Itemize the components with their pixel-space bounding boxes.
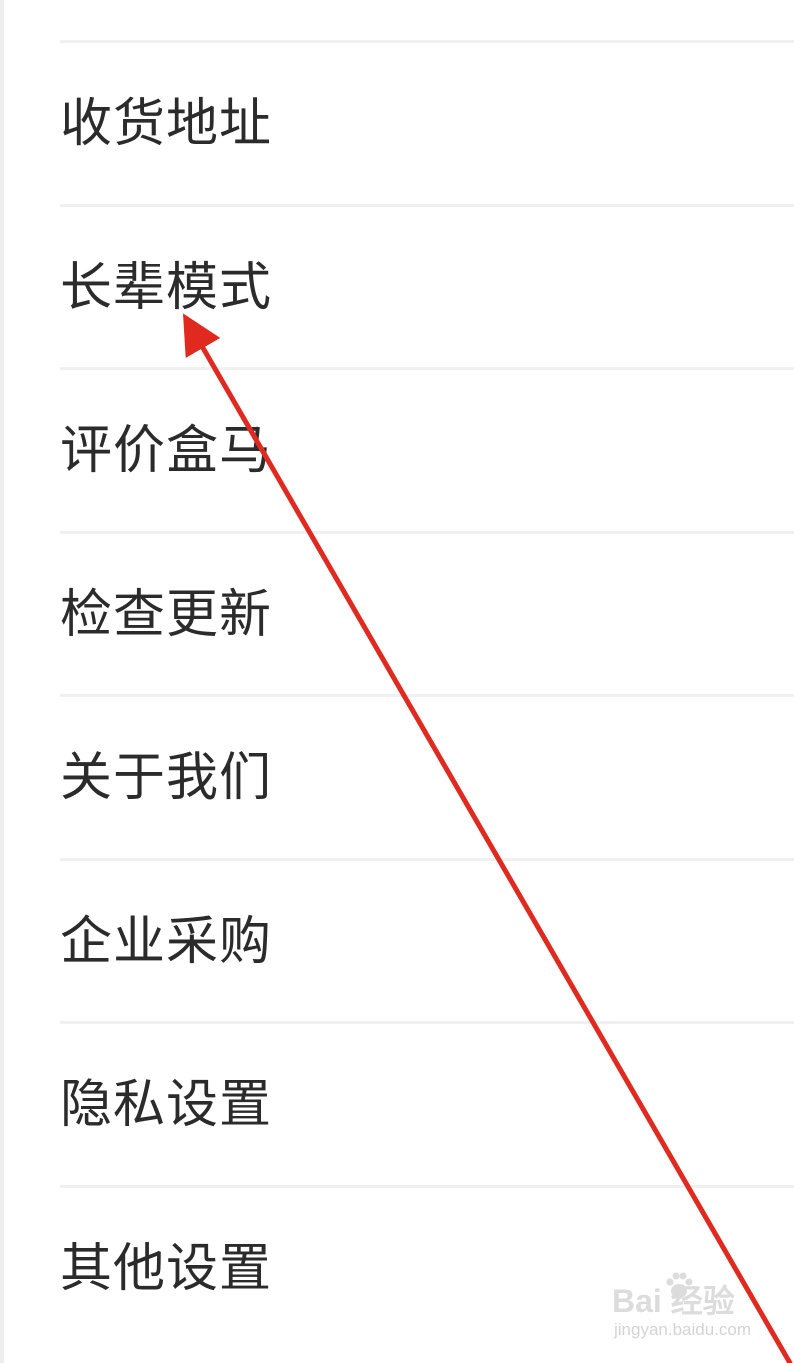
menu-item-privacy-settings[interactable]: 隐私设置	[0, 1024, 794, 1185]
menu-item-label: 长辈模式	[60, 257, 273, 318]
menu-item-label: 企业采购	[60, 911, 273, 972]
menu-item-label: 评价盒马	[60, 420, 273, 481]
menu-item-shipping-address[interactable]: 收货地址	[0, 43, 794, 204]
menu-item-rate-app[interactable]: 评价盒马	[0, 370, 794, 531]
menu-item-label: 关于我们	[60, 747, 273, 808]
paw-icon	[666, 1272, 693, 1298]
baidu-jingyan-watermark: Bai 经验 jingyan.baidu.com	[612, 1272, 782, 1348]
menu-item-check-update[interactable]: 检查更新	[0, 534, 794, 695]
menu-item-about-us[interactable]: 关于我们	[0, 697, 794, 858]
menu-item-label: 其他设置	[60, 1238, 273, 1299]
menu-item-label: 收货地址	[60, 93, 273, 154]
menu-item-label: 隐私设置	[60, 1074, 273, 1135]
menu-item-label: 检查更新	[60, 584, 273, 645]
watermark-url: jingyan.baidu.com	[614, 1320, 752, 1339]
menu-item-elder-mode[interactable]: 长辈模式	[0, 207, 794, 368]
settings-menu-list: 收货地址 长辈模式 评价盒马 检查更新 关于我们 企业采购 隐私设置 其他设置	[0, 0, 794, 1363]
menu-item-enterprise-purchase[interactable]: 企业采购	[0, 861, 794, 1022]
